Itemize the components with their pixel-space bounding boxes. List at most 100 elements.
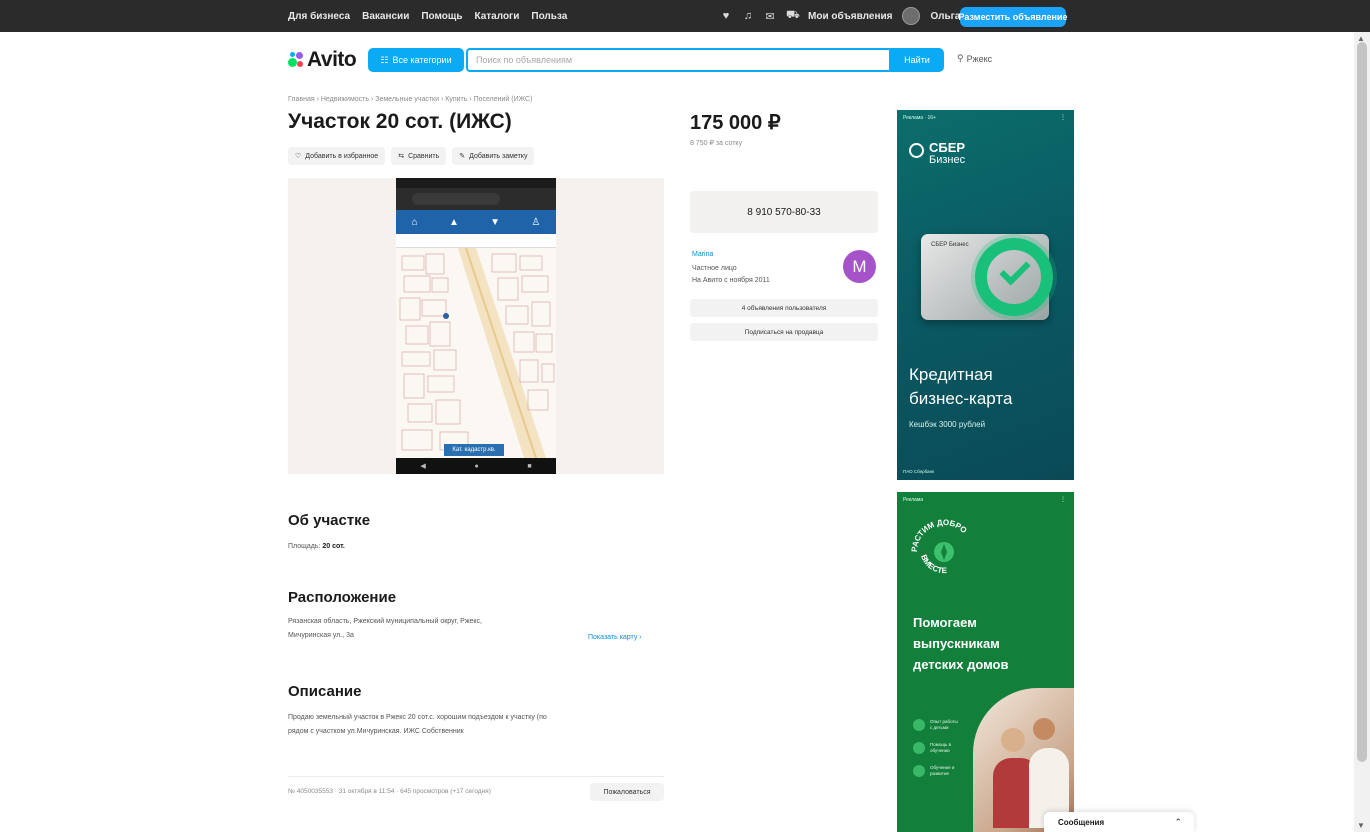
seller-since: На Авито с ноября 2011	[692, 277, 770, 284]
avito-logo[interactable]: Avito	[288, 48, 357, 72]
description-text: Продаю земельный участок в Ржекс 20 сот.…	[288, 711, 664, 739]
seller-all-listings-button[interactable]: 4 объявления пользователя	[690, 299, 878, 317]
layers-icon: ▲	[448, 216, 459, 228]
user-name-menu[interactable]: Ольга	[930, 11, 960, 22]
notifications-bell-icon[interactable]: ♫	[742, 10, 754, 22]
add-to-favorites-button[interactable]: ♡ Добавить в избранное	[288, 147, 386, 165]
back-icon: ◀	[420, 463, 426, 470]
seller-type: Частное лицо	[692, 265, 737, 272]
all-categories-label: Все категории	[392, 55, 452, 65]
home-circle-icon: ●	[474, 462, 479, 470]
description-line-1: Продаю земельный участок в Ржекс 20 сот.…	[288, 714, 547, 721]
ad1-headline-line-1: Кредитная	[909, 365, 993, 384]
ad1-footer: ПАО Сбербанк	[903, 469, 935, 474]
post-listing-button[interactable]: Разместить объявление	[959, 7, 1067, 27]
cadastral-map	[396, 248, 556, 458]
description-heading: Описание	[288, 683, 362, 700]
ad-label: Реклама · 16+	[903, 115, 936, 121]
phone-browser-bar	[396, 188, 556, 210]
scrollbar-thumb[interactable]	[1357, 42, 1367, 762]
search-input[interactable]	[476, 55, 889, 65]
menu-grid-icon: ☷	[380, 54, 389, 65]
ad2-feature: Обучение и развитие	[913, 765, 960, 777]
chevron-up-icon[interactable]: ⌃	[1174, 817, 1182, 828]
ad-banner-charity[interactable]: Реклама ⋮ РАСТИМ ДОБРО ВМЕСТЕ Помогаем в…	[897, 492, 1074, 832]
compare-button[interactable]: ⇆ Сравнить	[391, 147, 447, 165]
area-value: 20 сот.	[322, 543, 345, 550]
topbar-links: Для бизнеса Вакансии Помощь Каталоги Пол…	[288, 0, 567, 32]
seller-avatar[interactable]: М	[843, 250, 876, 283]
area-label: Площадь:	[288, 543, 321, 550]
find-button[interactable]: Найти	[890, 48, 944, 72]
ad2-headline-line-2: выпускникам	[913, 636, 1000, 651]
sber-logo-icon	[909, 143, 924, 158]
messages-chat-icon[interactable]: ✉	[764, 10, 776, 23]
phone-bottom-nav: ◀ ● ■	[396, 458, 556, 474]
all-categories-button[interactable]: ☷ Все категории	[368, 48, 464, 72]
compare-icon: ⇆	[398, 153, 405, 160]
phone-search-row	[396, 234, 556, 248]
topbar-link-vacancies[interactable]: Вакансии	[362, 11, 409, 22]
ad1-subline: Кешбэк 3000 рублей	[909, 420, 986, 429]
divider	[288, 776, 664, 777]
add-note-button[interactable]: ✎ Добавить заметку	[452, 147, 535, 165]
cart-icon[interactable]: ⛟	[786, 9, 800, 23]
heart-outline-icon: ♡	[295, 153, 302, 160]
avito-logo-text: Avito	[307, 48, 357, 71]
cadastral-map-graphic	[396, 248, 556, 458]
price: 175 000 ₽	[690, 112, 781, 134]
seller-name-link[interactable]: Marina	[692, 251, 713, 258]
location-selector[interactable]: ⚲ Ржекс	[957, 53, 992, 64]
ad2-photo	[973, 688, 1074, 832]
address-line-1: Рязанская область, Ржекский муниципальны…	[288, 618, 483, 625]
description-line-2: рядом с участком ул.Мичуринская. ИЖС Соб…	[288, 728, 464, 735]
price-per-unit: 8 750 ₽ за сотку	[690, 140, 743, 147]
sber-brand-line-1: СБЕР	[929, 140, 966, 155]
ad2-headline-line-3: детских домов	[913, 657, 1009, 672]
breadcrumb[interactable]: Главная › Недвижимость › Земельные участ…	[288, 96, 532, 103]
add-to-favorites-label: Добавить в избранное	[305, 152, 379, 160]
ad2-headline: Помогаем выпускникам детских домов	[913, 612, 1008, 675]
subscribe-seller-button[interactable]: Подписаться на продавца	[690, 323, 878, 341]
search-box[interactable]	[466, 48, 891, 72]
show-map-link[interactable]: Показать карту ›	[588, 634, 642, 641]
topbar-link-benefit[interactable]: Польза	[531, 11, 567, 22]
ad1-headline: Кредитная бизнес-карта	[909, 363, 1012, 411]
ad-menu-icon[interactable]: ⋮	[1060, 496, 1066, 503]
feature-dot-icon	[913, 719, 925, 731]
messages-label: Сообщения	[1058, 817, 1105, 827]
ad2-headline-line-1: Помогаем	[913, 615, 977, 630]
about-heading: Об участке	[288, 512, 371, 529]
ad-menu-icon[interactable]: ⋮	[1060, 114, 1066, 121]
listing-actions: ♡ Добавить в избранное ⇆ Сравнить ✎ Доба…	[288, 147, 535, 165]
topbar-link-help[interactable]: Помощь	[421, 11, 462, 22]
sber-brand: СБЕР Бизнес	[909, 141, 965, 166]
complain-button[interactable]: Пожаловаться	[590, 783, 664, 801]
feature-dot-icon	[913, 765, 925, 777]
topbar-link-business[interactable]: Для бизнеса	[288, 11, 350, 22]
page-scrollbar[interactable]: ▲ ▼	[1354, 32, 1370, 832]
user-avatar[interactable]	[902, 7, 921, 25]
topbar-user-area: ♥ ♫ ✉ ⛟ Мои объявления Ольга	[720, 0, 960, 32]
ad1-headline-line-2: бизнес-карта	[909, 389, 1013, 408]
note-icon: ✎	[459, 153, 466, 160]
home-icon: ⌂	[411, 216, 418, 228]
ad2-feature: Помощь в обучении	[913, 742, 960, 754]
my-listings-link[interactable]: Мои объявления	[808, 11, 892, 22]
address-line-2: Мичуринская ул., 3а	[288, 632, 354, 639]
ad-banner-sber[interactable]: Реклама · 16+ ⋮ СБЕР Бизнес СБЕР Бизнес …	[897, 110, 1074, 480]
ad2-feature-3: Обучение и развитие	[930, 765, 955, 776]
topbar-link-catalogs[interactable]: Каталоги	[474, 11, 519, 22]
listing-photo[interactable]: ⌂ ▲ ▼ ♙ Кат. кадастр.кв. ◀ ● ■	[288, 178, 664, 474]
scroll-down-icon[interactable]: ▼	[1357, 821, 1365, 830]
ad-label: Реклама	[903, 497, 924, 503]
map-tag-label: Кат. кадастр.кв.	[444, 444, 504, 456]
location-label: Ржекс	[966, 53, 993, 64]
messages-panel[interactable]: Сообщения ⌃	[1044, 812, 1194, 832]
sber-brand-line-2: Бизнес	[929, 154, 966, 166]
phone-screenshot: ⌂ ▲ ▼ ♙ Кат. кадастр.кв. ◀ ● ■	[396, 178, 556, 474]
show-phone-button[interactable]: 8 910 570-80-33	[690, 191, 878, 233]
area-row: Площадь: 20 сот.	[288, 540, 345, 554]
favorites-heart-icon[interactable]: ♥	[720, 10, 732, 22]
charity-seal-logo: РАСТИМ ДОБРО ВМЕСТЕ	[910, 518, 969, 575]
